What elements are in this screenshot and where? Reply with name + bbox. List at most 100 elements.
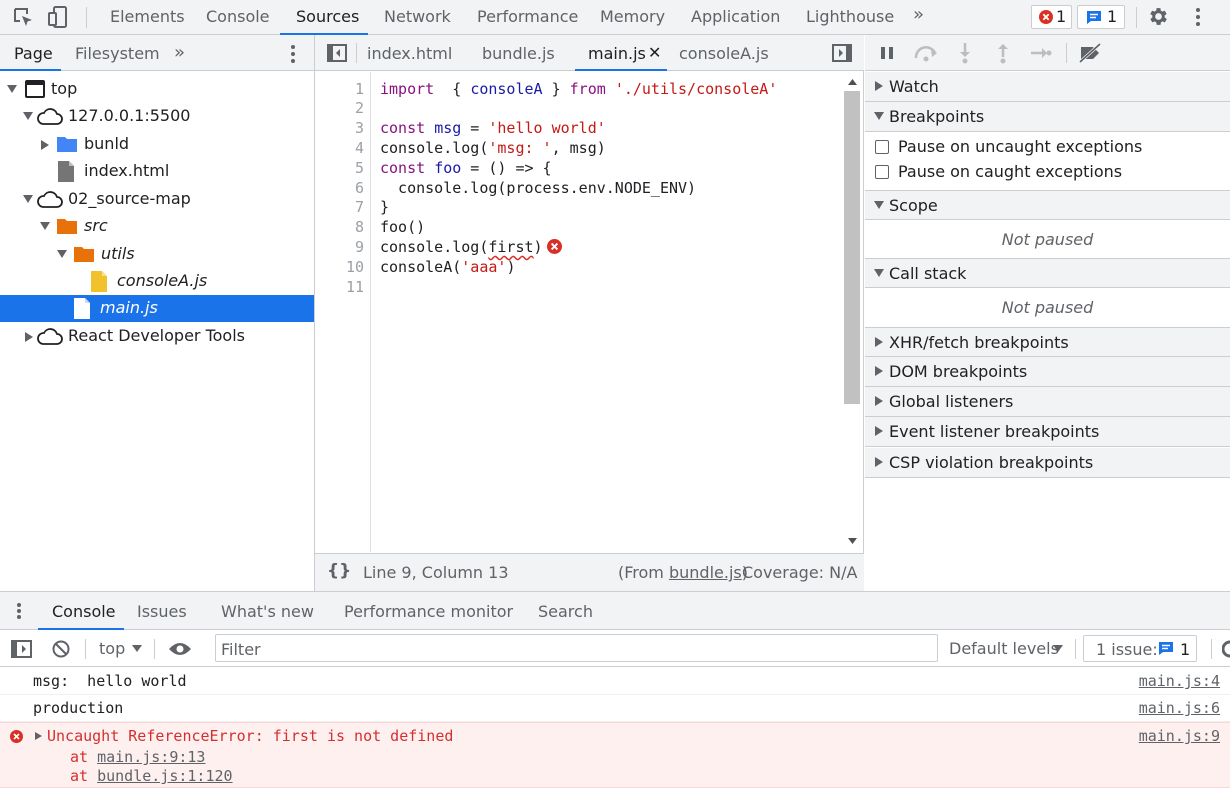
line-number[interactable]: 6 xyxy=(324,179,364,197)
tree-item-react-devtools[interactable]: React Developer Tools xyxy=(0,323,314,350)
stack-frame-link[interactable]: bundle.js:1:120 xyxy=(97,767,232,785)
expand-error-arrow-icon[interactable] xyxy=(35,732,42,740)
code-line[interactable]: foo() xyxy=(380,218,425,236)
section-event-listener-breakpoints[interactable]: Event listener breakpoints xyxy=(865,417,1230,447)
section-csp-breakpoints[interactable]: CSP violation breakpoints xyxy=(865,448,1230,478)
line-number[interactable]: 3 xyxy=(324,119,364,137)
section-call-stack[interactable]: Call stack xyxy=(865,258,1230,288)
drawer-tab-performance-monitor[interactable]: Performance monitor xyxy=(344,602,513,621)
drawer-tab-issues[interactable]: Issues xyxy=(137,602,187,621)
error-count-badge[interactable]: 1 xyxy=(1031,5,1072,29)
toggle-sidebar-icon[interactable] xyxy=(11,640,32,658)
line-number[interactable]: 1 xyxy=(324,80,364,98)
code-line[interactable]: console.log('msg: ', msg) xyxy=(380,139,606,157)
code-line[interactable]: consoleA('aaa') xyxy=(380,258,515,276)
tree-item-origin[interactable]: 127.0.0.1:5500 xyxy=(0,103,314,130)
code-line[interactable]: console.log(process.env.NODE_ENV) xyxy=(380,179,696,197)
editor-tab-main-js[interactable]: main.js xyxy=(588,44,646,63)
code-line[interactable]: console.log(first) xyxy=(380,238,543,256)
section-dom-breakpoints[interactable]: DOM breakpoints xyxy=(865,357,1230,387)
drawer-tab-whats-new[interactable]: What's new xyxy=(221,602,314,621)
step-out-icon[interactable] xyxy=(996,42,1010,64)
tab-elements[interactable]: Elements xyxy=(110,7,185,26)
section-breakpoints[interactable]: Breakpoints xyxy=(865,102,1230,132)
tree-item-source-map[interactable]: 02_source-map xyxy=(0,186,314,213)
pause-caught-checkbox[interactable] xyxy=(875,165,889,179)
step-over-icon[interactable] xyxy=(913,44,939,62)
chevron-down-icon[interactable] xyxy=(1053,645,1063,652)
message-count-badge[interactable]: 1 xyxy=(1077,5,1125,29)
section-xhr-breakpoints[interactable]: XHR/fetch breakpoints xyxy=(865,327,1230,357)
kebab-menu-icon[interactable] xyxy=(1193,6,1203,28)
pause-uncaught-checkbox[interactable] xyxy=(875,140,889,154)
chevron-down-icon[interactable] xyxy=(132,645,142,652)
tree-item-top[interactable]: top xyxy=(0,76,314,103)
drawer-menu-icon[interactable] xyxy=(16,602,22,620)
tree-item-utils[interactable]: utils xyxy=(0,241,314,268)
line-number[interactable]: 9 xyxy=(324,238,364,256)
more-tabs-button[interactable]: » xyxy=(913,4,924,25)
tab-performance[interactable]: Performance xyxy=(477,7,578,26)
editor-tab-bundle-js[interactable]: bundle.js xyxy=(482,44,555,63)
issues-button[interactable]: 1 issue: 1 xyxy=(1083,635,1197,662)
stack-frame-link[interactable]: main.js:9:13 xyxy=(97,748,205,766)
tree-item-index-html[interactable]: index.html xyxy=(0,158,314,185)
tree-item-src[interactable]: src xyxy=(0,213,314,240)
code-line[interactable]: import { consoleA } from './utils/consol… xyxy=(380,80,777,98)
pause-icon[interactable] xyxy=(880,46,894,60)
gear-icon[interactable] xyxy=(1147,5,1170,28)
clear-console-icon[interactable] xyxy=(52,640,70,658)
scroll-down-arrow-icon[interactable] xyxy=(848,538,857,544)
tree-item-bunld[interactable]: bunld xyxy=(0,131,314,158)
tab-sources[interactable]: Sources xyxy=(296,7,359,26)
eye-icon[interactable] xyxy=(168,642,192,656)
line-number[interactable]: 7 xyxy=(324,198,364,216)
code-line[interactable]: const foo = () => { xyxy=(380,159,552,177)
console-message-source-link[interactable]: main.js:6 xyxy=(1139,699,1220,717)
section-global-listeners[interactable]: Global listeners xyxy=(865,387,1230,417)
step-into-icon[interactable] xyxy=(958,42,972,64)
line-number[interactable]: 11 xyxy=(324,278,364,296)
more-navigator-tabs-button[interactable]: » xyxy=(174,42,185,63)
section-scope[interactable]: Scope xyxy=(865,190,1230,220)
editor-tab-console-a-js[interactable]: consoleA.js xyxy=(679,44,769,63)
tree-item-main-js[interactable]: main.js xyxy=(0,295,314,322)
line-number[interactable]: 4 xyxy=(324,139,364,157)
code-line[interactable]: const msg = 'hello world' xyxy=(380,119,606,137)
line-number[interactable]: 10 xyxy=(324,258,364,276)
pretty-print-button[interactable]: {} xyxy=(327,561,351,581)
toggle-navigator-icon[interactable] xyxy=(327,43,347,63)
pause-uncaught-label[interactable]: Pause on uncaught exceptions xyxy=(898,137,1142,156)
editor-scrollbar-thumb[interactable] xyxy=(844,91,860,404)
tab-console[interactable]: Console xyxy=(206,7,270,26)
toggle-debugger-icon[interactable] xyxy=(832,43,852,63)
tab-filesystem[interactable]: Filesystem xyxy=(75,44,160,63)
scroll-up-arrow-icon[interactable] xyxy=(848,79,857,85)
console-filter-input[interactable]: Filter xyxy=(215,634,938,662)
tab-network[interactable]: Network xyxy=(384,7,451,26)
inspect-element-icon[interactable] xyxy=(12,6,34,28)
tab-memory[interactable]: Memory xyxy=(600,7,665,26)
tab-page[interactable]: Page xyxy=(14,44,53,63)
line-number[interactable]: 5 xyxy=(324,159,364,177)
line-number[interactable]: 2 xyxy=(324,99,364,117)
log-levels-dropdown[interactable]: Default levels xyxy=(949,639,1059,658)
context-selector[interactable]: top xyxy=(99,639,125,658)
section-watch[interactable]: Watch xyxy=(865,72,1230,102)
tab-lighthouse[interactable]: Lighthouse xyxy=(806,7,894,26)
gear-icon[interactable] xyxy=(1222,639,1230,659)
tab-application[interactable]: Application xyxy=(691,7,780,26)
console-error-message[interactable]: Uncaught ReferenceError: first is not de… xyxy=(0,722,1230,788)
error-source-link[interactable]: main.js:9 xyxy=(1139,727,1220,745)
close-tab-icon[interactable]: ✕ xyxy=(648,43,661,62)
console-message[interactable]: msg: hello world main.js:4 xyxy=(0,668,1230,695)
deactivate-breakpoints-icon[interactable] xyxy=(1078,42,1104,64)
console-message-source-link[interactable]: main.js:4 xyxy=(1139,672,1220,690)
kebab-menu-icon[interactable] xyxy=(288,43,298,65)
device-toolbar-icon[interactable] xyxy=(46,5,70,29)
line-number-gutter[interactable]: 1 2 3 4 5 6 7 8 9 10 11 xyxy=(315,72,371,552)
source-origin-link[interactable]: bundle.js xyxy=(669,563,742,582)
step-icon[interactable] xyxy=(1030,45,1052,61)
error-marker-icon[interactable] xyxy=(547,239,562,254)
line-number[interactable]: 8 xyxy=(324,218,364,236)
